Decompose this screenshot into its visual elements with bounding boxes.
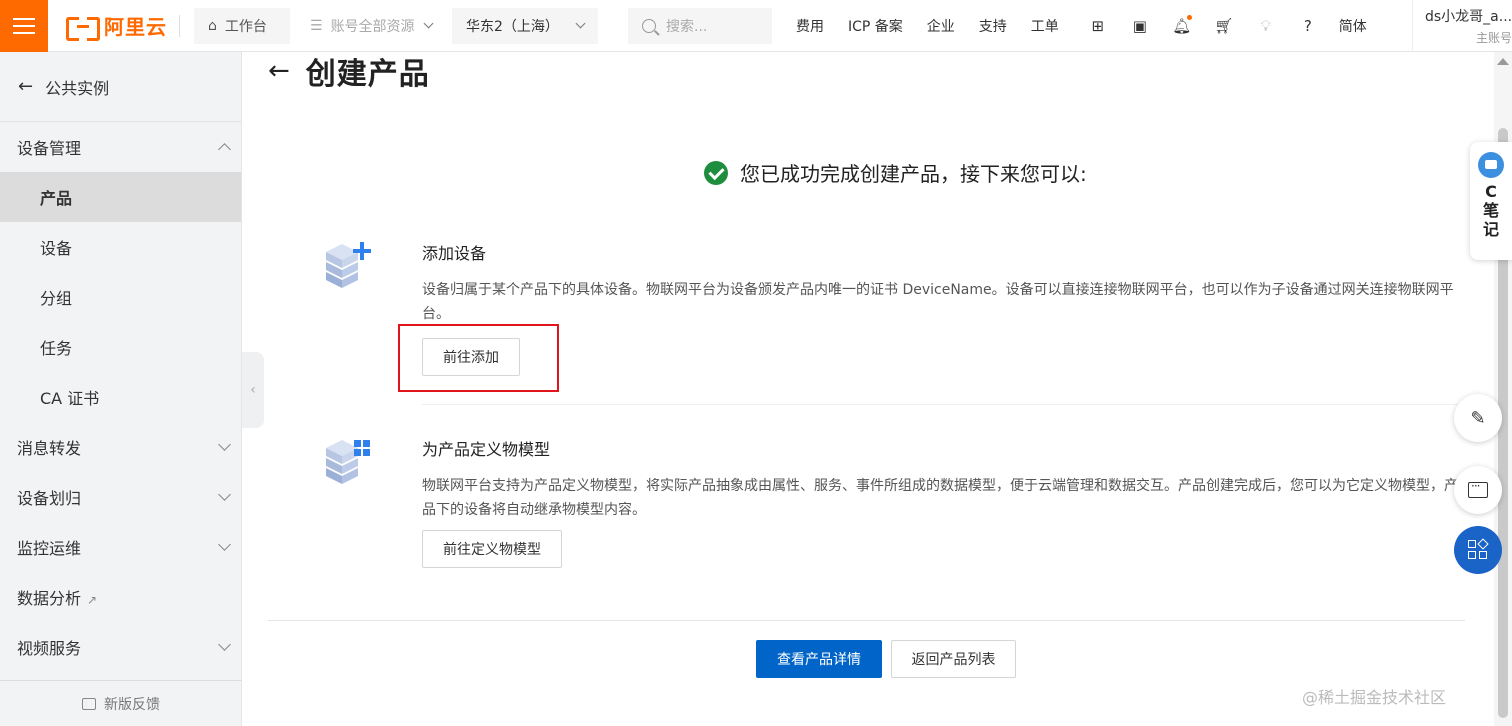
back-label: 公共实例 xyxy=(45,78,110,98)
top-navbar: 阿里云 ⌂ 工作台 ☰ 账号全部资源 华东2（上海） 搜索... 费用 ICP … xyxy=(0,0,1512,52)
stack-icon: ☰ xyxy=(310,17,323,34)
top-links: 费用 ICP 备案 企业 支持 工单 xyxy=(796,16,1083,36)
region-select[interactable]: 华东2（上海） xyxy=(452,7,598,44)
main-content: ← 创建产品 您已成功完成创建产品，接下来您可以: 添加设备 设备归属于某个产品… xyxy=(242,52,1512,726)
sidebar-item-ca-cert[interactable]: CA 证书 xyxy=(0,372,241,422)
top-icons: ⊞ ▣ 🔔︎ 🛒︎ 💡︎ ? xyxy=(1087,14,1319,37)
back-to-product-list-button[interactable]: 返回产品列表 xyxy=(891,640,1016,678)
back-to-instances[interactable]: ← 公共实例 xyxy=(0,52,241,122)
logo-divider xyxy=(179,14,180,37)
watermark: @稀土掘金技术社区 xyxy=(1302,688,1447,707)
chevron-down-icon xyxy=(218,437,231,451)
language-select[interactable]: 简体 xyxy=(1339,16,1367,36)
chevron-down-icon xyxy=(218,537,231,551)
page-header: ← 创建产品 xyxy=(268,52,430,92)
user-name: ds小龙哥_a... xyxy=(1425,9,1512,25)
sidebar-group-label: 消息转发 xyxy=(17,439,82,458)
terminal-icon[interactable]: ▣ xyxy=(1129,15,1151,37)
sidebar-group-data-analysis[interactable]: 数据分析 ↗ xyxy=(0,572,241,622)
search-placeholder: 搜索... xyxy=(666,18,708,35)
sidebar-group-label: 监控运维 xyxy=(17,539,82,558)
chat-icon xyxy=(1468,479,1488,498)
link-ticket[interactable]: 工单 xyxy=(1031,16,1059,36)
success-message: 您已成功完成创建产品，接下来您可以: xyxy=(704,158,1087,187)
notification-dot xyxy=(1186,14,1192,20)
sidebar: ← 公共实例 设备管理 产品 设备 分组 任务 CA 证书 消息转发 设备划归 … xyxy=(0,52,242,726)
step-title: 添加设备 xyxy=(422,244,487,263)
aliyun-logo[interactable]: 阿里云 xyxy=(66,0,167,52)
check-circle-icon xyxy=(704,160,728,185)
apps-float-button[interactable] xyxy=(1454,526,1502,574)
step-divider xyxy=(422,404,1465,405)
pencil-icon: ✎ xyxy=(1470,407,1486,429)
region-label: 华东2（上海） xyxy=(466,18,559,35)
edit-float-button[interactable]: ✎ xyxy=(1454,394,1502,442)
link-icp[interactable]: ICP 备案 xyxy=(848,16,903,36)
step-body: 添加设备 设备归属于某个产品下的具体设备。物联网平台为设备颁发产品内唯一的证书 … xyxy=(422,238,1462,376)
chevron-down-icon xyxy=(218,487,231,501)
sidebar-group-label: 设备管理 xyxy=(17,139,82,158)
lightbulb-icon[interactable]: 💡︎ xyxy=(1255,15,1277,37)
chevron-down-icon xyxy=(423,18,434,29)
help-icon[interactable]: ? xyxy=(1297,15,1319,37)
back-arrow-icon[interactable]: ← xyxy=(268,56,290,86)
menu-icon[interactable] xyxy=(0,0,48,52)
chevron-up-icon xyxy=(218,142,231,156)
user-menu[interactable]: ds小龙哥_a... 主账号 xyxy=(1412,0,1512,52)
sidebar-item-groups[interactable]: 分组 xyxy=(0,272,241,322)
search-icon xyxy=(642,18,656,33)
user-role: 主账号 xyxy=(1475,31,1512,45)
sidebar-group-message-forwarding[interactable]: 消息转发 xyxy=(0,422,241,472)
home-icon: ⌂ xyxy=(208,17,217,34)
sidebar-group-label: 数据分析 xyxy=(17,589,82,608)
go-define-model-button[interactable]: 前往定义物模型 xyxy=(422,530,562,568)
feedback-button[interactable]: 新版反馈 xyxy=(0,680,242,726)
sidebar-group-label: 视频服务 xyxy=(17,639,82,658)
sidebar-item-products[interactable]: 产品 xyxy=(0,172,241,222)
workbench-button[interactable]: ⌂ 工作台 xyxy=(194,7,290,44)
step-description: 物联网平台支持为产品定义物模型，将实际产品抽象成由属性、服务、事件所组成的数据模… xyxy=(422,478,1458,518)
arrow-left-icon: ← xyxy=(18,76,34,97)
api-icon[interactable]: ⊞ xyxy=(1087,15,1109,37)
sidebar-item-devices[interactable]: 设备 xyxy=(0,222,241,272)
add-device-icon xyxy=(326,242,371,288)
link-support[interactable]: 支持 xyxy=(979,16,1007,36)
logo-text: 阿里云 xyxy=(104,15,167,39)
view-product-details-button[interactable]: 查看产品详情 xyxy=(756,640,882,678)
resource-scope-label: 账号全部资源 xyxy=(330,18,415,35)
sidebar-group-label: 设备划归 xyxy=(17,489,82,508)
sidebar-item-tasks[interactable]: 任务 xyxy=(0,322,241,372)
success-text: 您已成功完成创建产品，接下来您可以: xyxy=(740,162,1087,186)
sidebar-group-device-management[interactable]: 设备管理 xyxy=(0,122,241,172)
note-label: C笔记 xyxy=(1482,182,1499,239)
page-title: 创建产品 xyxy=(305,57,430,92)
cart-icon[interactable]: 🛒︎ xyxy=(1213,15,1235,37)
chat-float-button[interactable] xyxy=(1454,466,1502,514)
apps-grid-icon xyxy=(1468,538,1489,560)
sidebar-group-device-assignment[interactable]: 设备划归 xyxy=(0,472,241,522)
step-description: 设备归属于某个产品下的具体设备。物联网平台为设备颁发产品内唯一的证书 Devic… xyxy=(422,282,1454,322)
bell-icon[interactable]: 🔔︎ xyxy=(1171,14,1193,37)
search-input[interactable]: 搜索... xyxy=(628,7,772,44)
chevron-down-icon xyxy=(218,637,231,651)
workbench-label: 工作台 xyxy=(224,18,267,35)
resource-scope-select[interactable]: ☰ 账号全部资源 xyxy=(296,7,446,44)
aliyun-logo-mark xyxy=(66,15,100,41)
note-sidebar-tab[interactable]: C笔记 xyxy=(1470,142,1512,260)
link-enterprise[interactable]: 企业 xyxy=(927,16,955,36)
link-fees[interactable]: 费用 xyxy=(796,16,824,36)
sidebar-group-video-service[interactable]: 视频服务 xyxy=(0,622,241,672)
external-link-icon: ↗ xyxy=(87,593,98,607)
footer-divider xyxy=(268,620,1465,621)
step-title: 为产品定义物模型 xyxy=(422,440,551,459)
thing-model-icon xyxy=(326,440,370,484)
feedback-icon xyxy=(82,697,96,710)
chevron-down-icon xyxy=(575,18,586,29)
sidebar-group-monitoring[interactable]: 监控运维 xyxy=(0,522,241,572)
feedback-label: 新版反馈 xyxy=(104,696,160,713)
step-body: 为产品定义物模型 物联网平台支持为产品定义物模型，将实际产品抽象成由属性、服务、… xyxy=(422,434,1462,568)
scroll-up-arrow-icon[interactable] xyxy=(1497,58,1509,65)
note-app-icon xyxy=(1478,152,1504,178)
highlight-box xyxy=(398,324,559,392)
